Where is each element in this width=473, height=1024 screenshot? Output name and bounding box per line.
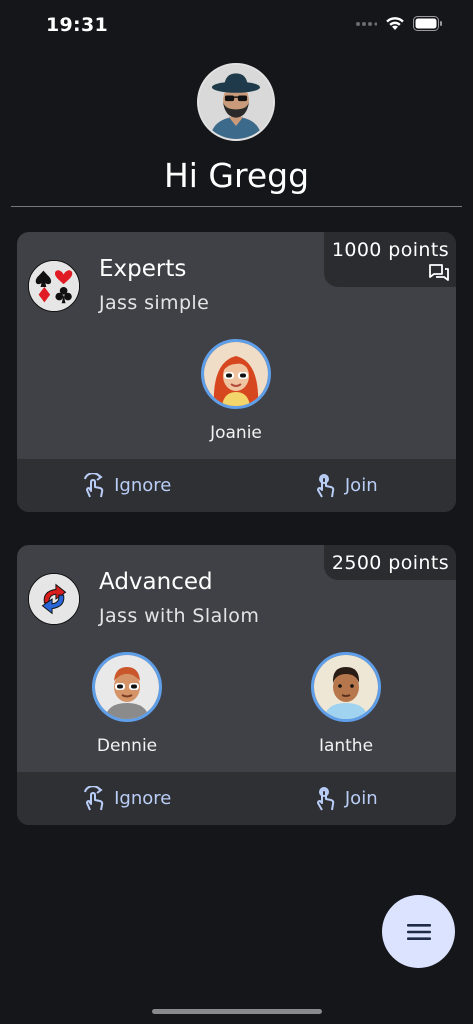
avatar bbox=[311, 652, 381, 722]
points-text: 2500 points bbox=[331, 552, 449, 574]
player-ianthe[interactable]: Ianthe bbox=[276, 652, 416, 756]
card-subtitle: Jass with Slalom bbox=[99, 605, 260, 627]
ignore-label: Ignore bbox=[114, 788, 172, 809]
card-suits-icon bbox=[28, 260, 80, 312]
player-name: Joanie bbox=[210, 423, 262, 443]
avatar bbox=[92, 652, 162, 722]
header-divider bbox=[11, 206, 462, 207]
user-avatar[interactable] bbox=[197, 63, 275, 141]
battery-icon bbox=[413, 16, 442, 31]
game-card-advanced[interactable]: 2500 points Advanced Jass with Slalom De… bbox=[17, 545, 456, 825]
join-label: Join bbox=[344, 475, 378, 496]
card-actions: Ignore Join bbox=[17, 772, 456, 825]
avatar bbox=[201, 339, 271, 409]
greeting-title: Hi Gregg bbox=[163, 156, 310, 195]
join-hand-icon bbox=[316, 473, 335, 497]
ignore-button[interactable]: Ignore bbox=[17, 772, 237, 825]
status-icons bbox=[355, 16, 443, 31]
signal-icon bbox=[356, 21, 377, 26]
slalom-arrows-icon bbox=[28, 573, 80, 625]
menu-fab-button[interactable] bbox=[382, 895, 455, 968]
card-subtitle: Jass simple bbox=[99, 292, 210, 314]
menu-icon bbox=[406, 923, 431, 940]
join-button[interactable]: Join bbox=[237, 772, 457, 825]
points-badge: 2500 points bbox=[323, 545, 456, 580]
player-name: Dennie bbox=[96, 736, 158, 756]
points-badge: 1000 points bbox=[323, 232, 456, 287]
home-indicator[interactable] bbox=[152, 1009, 322, 1014]
ignore-gesture-icon bbox=[84, 472, 104, 497]
card-title: Advanced bbox=[99, 569, 213, 595]
join-label: Join bbox=[344, 788, 378, 809]
status-time: 19:31 bbox=[46, 14, 108, 36]
join-button[interactable]: Join bbox=[237, 459, 457, 512]
join-hand-icon bbox=[316, 786, 335, 810]
ignore-gesture-icon bbox=[84, 785, 104, 810]
chat-icon[interactable] bbox=[429, 263, 449, 281]
ignore-label: Ignore bbox=[114, 475, 172, 496]
wifi-icon bbox=[386, 17, 404, 30]
player-dennie[interactable]: Dennie bbox=[57, 652, 197, 756]
card-actions: Ignore Join bbox=[17, 459, 456, 512]
game-card-experts[interactable]: 1000 points Experts Jass simple Joanie I… bbox=[17, 232, 456, 512]
ignore-button[interactable]: Ignore bbox=[17, 459, 237, 512]
player-name: Ianthe bbox=[318, 736, 374, 756]
player-joanie[interactable]: Joanie bbox=[166, 339, 306, 443]
status-bar: 19:31 bbox=[0, 0, 473, 54]
card-title: Experts bbox=[99, 256, 187, 282]
points-text: 1000 points bbox=[331, 239, 449, 261]
